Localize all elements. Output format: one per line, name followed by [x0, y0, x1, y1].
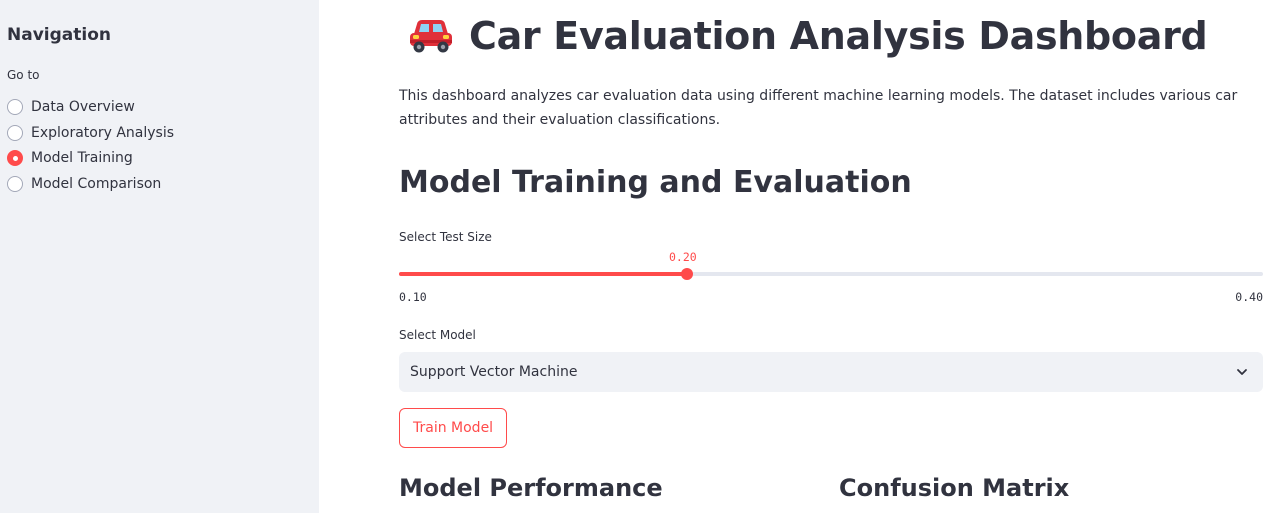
slider-fill [399, 272, 687, 276]
confusion-matrix-heading: Confusion Matrix [839, 474, 1070, 502]
nav-option-label: Exploratory Analysis [31, 124, 175, 141]
chevron-down-icon [1237, 369, 1247, 375]
radio-unselected-icon [7, 124, 23, 141]
selected-model: Support Vector Machine [410, 364, 578, 380]
main-content: Car Evaluation Analysis Dashboard This d… [399, 0, 1263, 513]
model-performance-heading: Model Performance [399, 474, 663, 502]
test-size-slider[interactable] [399, 268, 1263, 280]
section-title: Model Training and Evaluation [399, 165, 912, 200]
sidebar: Navigation Go to Data Overview Explorato… [0, 0, 319, 513]
page-title: Car Evaluation Analysis Dashboard [407, 14, 1208, 58]
model-select[interactable]: Support Vector Machine [399, 352, 1263, 392]
nav-option-label: Data Overview [31, 98, 135, 115]
goto-label: Go to [7, 68, 40, 82]
slider-thumb[interactable] [680, 268, 693, 280]
page-title-text: Car Evaluation Analysis Dashboard [469, 14, 1208, 58]
train-model-button[interactable]: Train Model [399, 408, 508, 448]
nav-option-model-training[interactable]: Model Training [7, 145, 174, 171]
navigation-radio-group: Data Overview Exploratory Analysis Model… [7, 94, 174, 197]
sidebar-title: Navigation [7, 25, 111, 45]
test-size-label: Select Test Size [399, 230, 492, 244]
red-car-icon [410, 20, 452, 53]
nav-option-data-overview[interactable]: Data Overview [7, 94, 174, 120]
radio-unselected-icon [7, 175, 23, 192]
slider-min-value: 0.10 [399, 290, 427, 304]
nav-option-label: Model Comparison [31, 175, 162, 192]
intro-text: This dashboard analyzes car evaluation d… [399, 88, 1238, 128]
slider-value: 0.20 [669, 250, 697, 264]
radio-selected-icon [7, 150, 23, 167]
radio-unselected-icon [7, 98, 23, 115]
nav-option-model-comparison[interactable]: Model Comparison [7, 171, 174, 197]
slider-max-value: 0.40 [1235, 290, 1263, 304]
nav-option-label: Model Training [31, 150, 133, 167]
select-model-label: Select Model [399, 328, 476, 342]
nav-option-exploratory-analysis[interactable]: Exploratory Analysis [7, 120, 174, 146]
